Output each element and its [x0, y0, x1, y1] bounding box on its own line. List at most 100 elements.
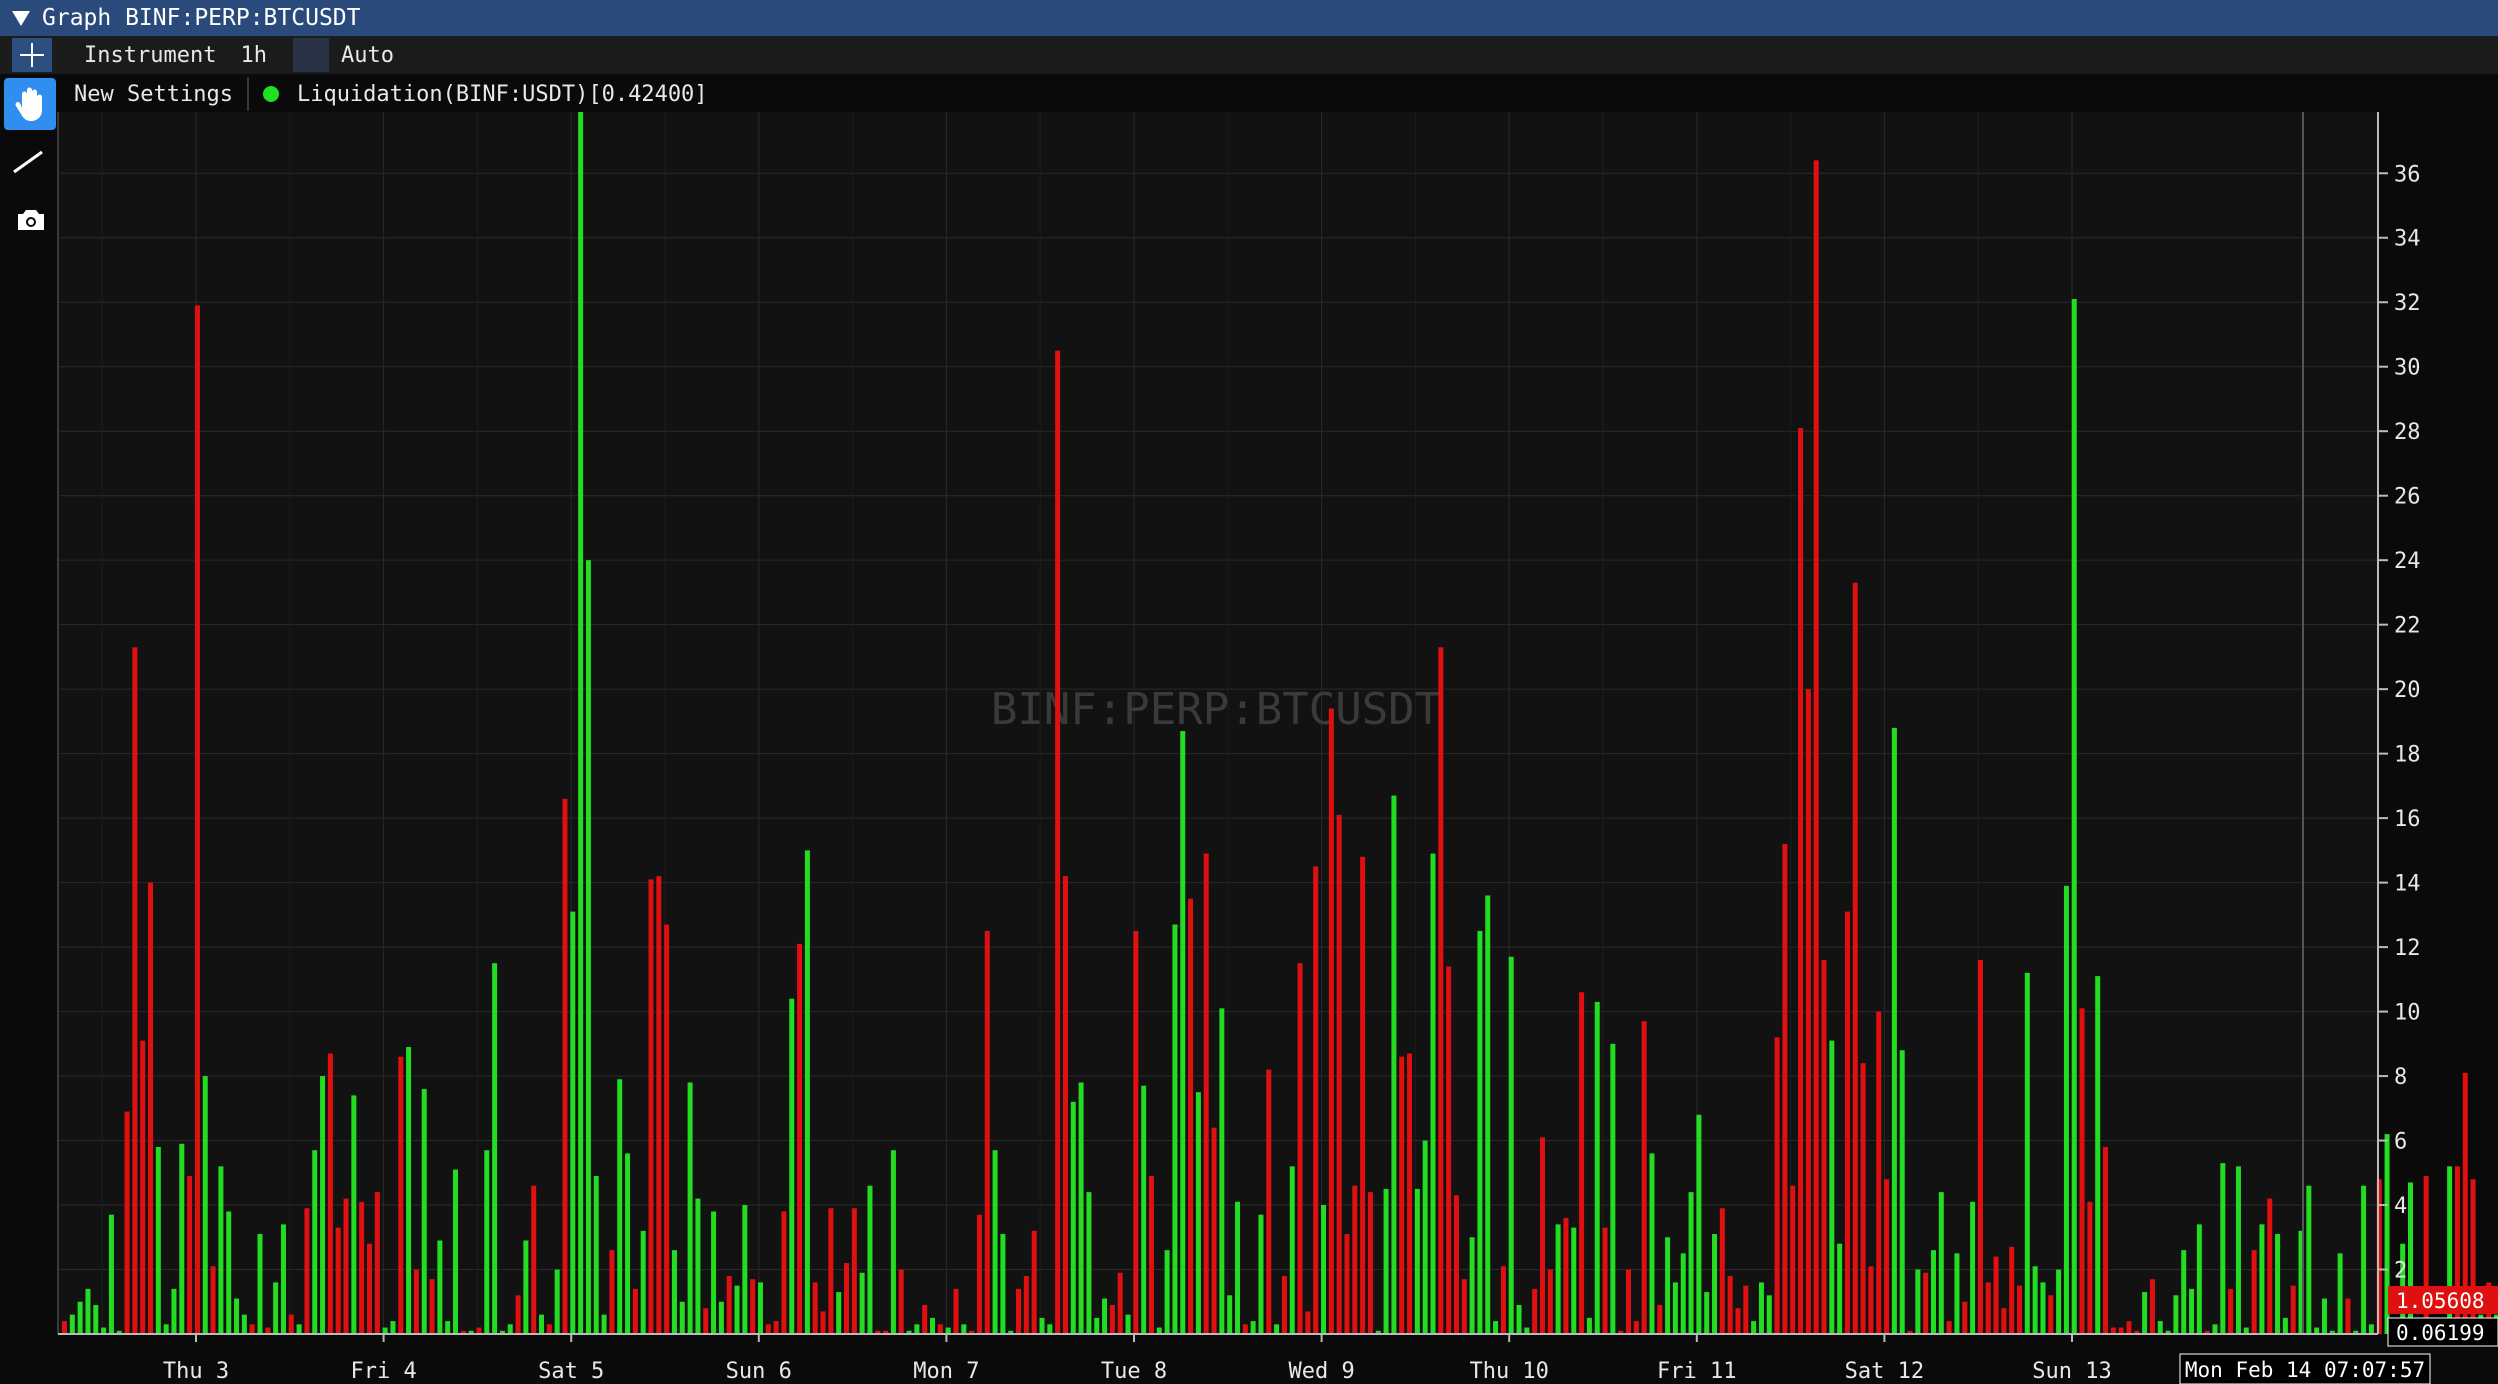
liquidation-bar [1164, 1250, 1170, 1334]
x-tick-label: Thu 10 [1469, 1359, 1548, 1384]
liquidation-bar [1930, 1250, 1936, 1334]
x-tick-label: Fri 4 [350, 1359, 416, 1384]
secondary-price-label: 0.06199 [2396, 1321, 2485, 1345]
liquidation-bar [969, 1330, 975, 1334]
liquidation-bar [1102, 1298, 1108, 1334]
liquidation-bar [789, 998, 795, 1334]
liquidation-bar [2087, 1201, 2093, 1334]
auto-label[interactable]: Auto [329, 43, 406, 68]
liquidation-bar [781, 1211, 787, 1334]
y-tick-label: 16 [2394, 807, 2421, 832]
collapse-triangle-icon[interactable] [12, 10, 30, 26]
liquidation-bar [1868, 1266, 1874, 1334]
hand-icon [15, 87, 42, 121]
liquidation-bar [2024, 972, 2030, 1334]
liquidation-bar [2494, 1314, 2498, 1334]
y-tick-label: 18 [2394, 743, 2421, 768]
liquidation-bar [1485, 895, 1491, 1334]
liquidation-bar [320, 1076, 326, 1334]
liquidation-bar [1532, 1288, 1538, 1334]
liquidation-bar [296, 1324, 302, 1334]
liquidation-bar [1938, 1192, 1944, 1334]
liquidation-bar [640, 1230, 646, 1334]
liquidation-bar [2368, 1324, 2374, 1334]
liquidation-bar [2243, 1327, 2249, 1334]
liquidation-bar [1876, 1011, 1882, 1334]
liquidation-bar [1923, 1272, 1929, 1334]
y-axis[interactable]: 24681012141618202224262830323436 [2378, 162, 2421, 1284]
new-settings-button[interactable]: New Settings [58, 82, 233, 107]
liquidation-bar [828, 1208, 834, 1334]
line-tool-button[interactable] [4, 136, 56, 188]
add-plus-button[interactable] [12, 38, 52, 72]
y-tick-label: 10 [2394, 1001, 2421, 1026]
liquidation-bar [679, 1301, 685, 1334]
liquidation-bar [351, 1095, 357, 1334]
liquidation-bar [1751, 1321, 1757, 1334]
liquidation-bar [1782, 843, 1788, 1334]
plot-area[interactable] [58, 112, 2378, 1334]
liquidation-bar [930, 1317, 936, 1334]
liquidation-bar [820, 1311, 826, 1334]
x-tick-label: Thu 3 [163, 1359, 229, 1384]
liquidation-bar [2392, 1324, 2398, 1334]
liquidation-bar [1266, 1069, 1272, 1334]
tool-sidebar [0, 74, 58, 1384]
liquidation-bar [1805, 689, 1811, 1334]
liquidation-bar [1672, 1282, 1678, 1334]
liquidation-bar [1766, 1295, 1772, 1334]
liquidation-chart[interactable]: BINF:PERP:BTCUSDT 2468101214161820222426… [0, 0, 2498, 1384]
liquidation-bar [398, 1056, 404, 1334]
liquidation-bar [1133, 930, 1139, 1334]
liquidation-bar [1758, 1282, 1764, 1334]
instrument-button[interactable]: Instrument [72, 43, 228, 68]
window-title-bar[interactable]: Graph BINF:PERP:BTCUSDT [0, 0, 2498, 36]
liquidation-bar [539, 1314, 545, 1334]
series-legend-label[interactable]: Liquidation(BINF:USDT)[0.42400] [297, 82, 708, 107]
screenshot-camera-button[interactable] [4, 194, 56, 246]
liquidation-bar [1469, 1237, 1475, 1334]
liquidation-bar [1235, 1201, 1240, 1334]
liquidation-bar [1680, 1253, 1686, 1334]
liquidation-bar [1125, 1314, 1131, 1334]
liquidation-bar [1524, 1327, 1530, 1334]
toolbar: Instrument 1h Auto [0, 36, 2498, 74]
liquidation-bar [1696, 1114, 1702, 1334]
liquidation-bar [1008, 1330, 1014, 1334]
liquidation-bar [1907, 1330, 1913, 1334]
liquidation-bar [1367, 1192, 1373, 1334]
liquidation-bar [2079, 1008, 2085, 1334]
liquidation-bar [2423, 1176, 2429, 1334]
liquidation-bar [413, 1269, 419, 1334]
interval-button[interactable]: 1h [228, 43, 279, 68]
line-tool-icon [13, 150, 43, 174]
liquidation-bar [1148, 1176, 1154, 1334]
hand-tool-button[interactable] [4, 78, 56, 130]
liquidation-bar [1344, 1234, 1350, 1334]
liquidation-bar [2204, 1330, 2210, 1334]
liquidation-bar [108, 1214, 114, 1334]
liquidation-bar [1305, 1311, 1311, 1334]
liquidation-bar [2462, 1072, 2468, 1334]
liquidation-bar [366, 1243, 372, 1334]
liquidation-bar [601, 1314, 607, 1334]
liquidation-bar [2235, 1166, 2241, 1334]
y-tick-label: 20 [2394, 678, 2421, 703]
series-color-dot[interactable] [262, 86, 279, 102]
secondary-price-badge [2387, 1317, 2498, 1347]
bar-series [62, 112, 2498, 1335]
liquidation-bar [2478, 1314, 2484, 1334]
liquidation-bar [1461, 1279, 1467, 1334]
liquidation-bar [2126, 1321, 2132, 1334]
liquidation-bar [1813, 160, 1819, 1334]
x-axis[interactable]: Thu 3 Fri 4 Sat 5 Sun 6 Mon 7 Tue 8 Wed 9 Thu 1… [163, 1334, 2112, 1384]
liquidation-bar [2361, 1185, 2367, 1334]
x-tick-label: Wed 9 [1288, 1359, 1354, 1384]
liquidation-bar [1172, 924, 1178, 1334]
auto-checkbox[interactable] [292, 38, 329, 72]
liquidation-bar [460, 1330, 466, 1334]
liquidation-bar [2103, 1146, 2109, 1334]
liquidation-bar [1094, 1317, 1100, 1334]
y-tick-label: 28 [2394, 420, 2421, 445]
liquidation-bar [2314, 1327, 2320, 1334]
